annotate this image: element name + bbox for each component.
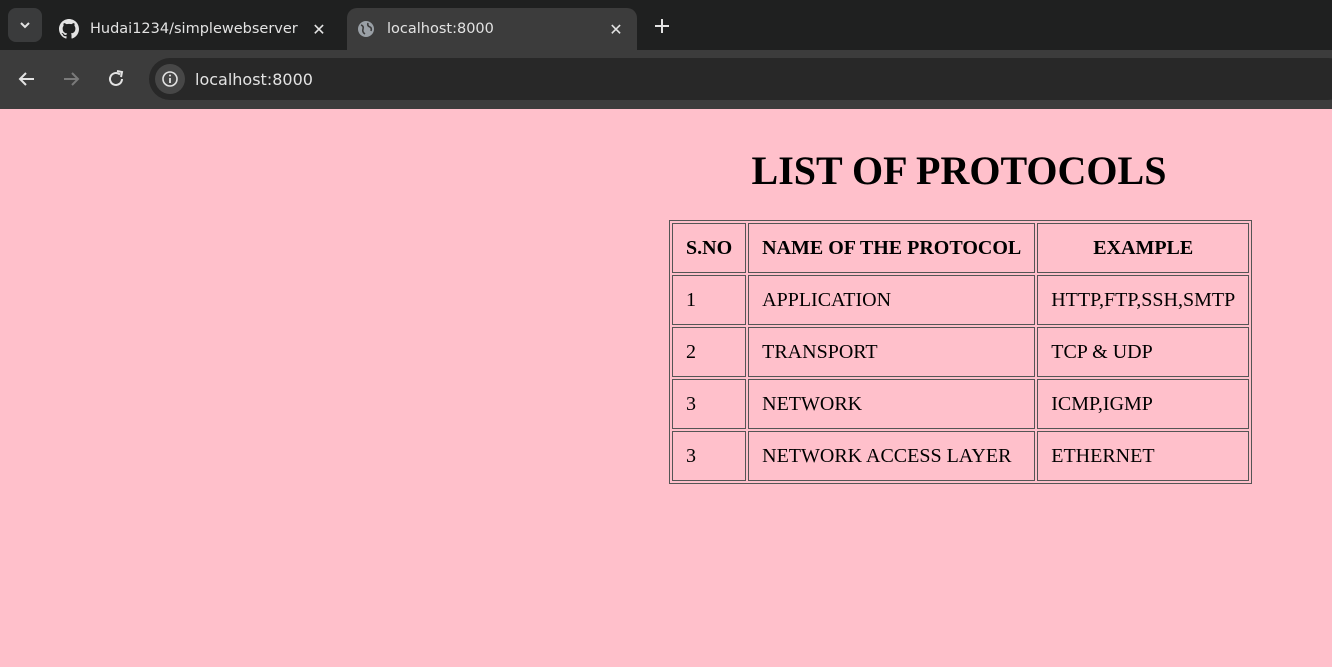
table-cell-name: TRANSPORT	[748, 327, 1036, 377]
browser-chrome: Hudai1234/simplewebserver ✕ localhost:80…	[0, 0, 1332, 109]
table-cell-example: TCP & UDP	[1037, 327, 1250, 377]
table-cell-sno: 2	[672, 327, 747, 377]
address-bar[interactable]: localhost:8000	[149, 58, 1332, 100]
tab-title: localhost:8000	[387, 21, 494, 37]
url-text[interactable]: localhost:8000	[195, 70, 313, 89]
table-cell-name: NETWORK	[748, 379, 1036, 429]
protocols-table: S.NO NAME OF THE PROTOCOL EXAMPLE 1 APPL…	[669, 220, 1253, 484]
github-icon	[59, 19, 79, 39]
tab-localhost[interactable]: localhost:8000 ✕	[347, 8, 637, 50]
column-header-name: NAME OF THE PROTOCOL	[748, 223, 1036, 273]
page-title: LIST OF PROTOCOLS	[751, 148, 1167, 193]
column-header-sno: S.NO	[672, 223, 747, 273]
table-row: 1 APPLICATION HTTP,FTP,SSH,SMTP	[672, 275, 1250, 325]
back-button[interactable]	[12, 64, 42, 94]
chevron-down-icon	[20, 22, 30, 29]
arrow-right-icon	[64, 72, 80, 86]
table-row: 2 TRANSPORT TCP & UDP	[672, 327, 1250, 377]
forward-button[interactable]	[56, 64, 86, 94]
table-cell-sno: 3	[672, 379, 747, 429]
table-cell-name: NETWORK ACCESS LAYER	[748, 431, 1036, 481]
reload-icon	[109, 70, 124, 86]
new-tab-button[interactable]	[648, 12, 676, 40]
table-cell-name: APPLICATION	[748, 275, 1036, 325]
reload-button[interactable]	[101, 64, 131, 94]
table-cell-sno: 1	[672, 275, 747, 325]
tab-search-button[interactable]	[8, 8, 42, 42]
table-cell-example: HTTP,FTP,SSH,SMTP	[1037, 275, 1250, 325]
plus-icon	[655, 19, 669, 33]
table-cell-sno: 3	[672, 431, 747, 481]
table-row: 3 NETWORK ACCESS LAYER ETHERNET	[672, 431, 1250, 481]
close-icon[interactable]: ✕	[309, 19, 329, 39]
arrow-left-icon	[18, 72, 34, 86]
table-header-row: S.NO NAME OF THE PROTOCOL EXAMPLE	[672, 223, 1250, 273]
column-header-example: EXAMPLE	[1037, 223, 1250, 273]
table-row: 3 NETWORK ICMP,IGMP	[672, 379, 1250, 429]
tab-github[interactable]: Hudai1234/simplewebserver ✕	[50, 8, 340, 50]
tab-strip: Hudai1234/simplewebserver ✕ localhost:80…	[0, 0, 1332, 50]
page-content: LIST OF PROTOCOLS S.NO NAME OF THE PROTO…	[0, 109, 1332, 667]
tab-title: Hudai1234/simplewebserver	[90, 21, 298, 37]
table-cell-example: ETHERNET	[1037, 431, 1250, 481]
globe-icon	[356, 19, 376, 39]
table-cell-example: ICMP,IGMP	[1037, 379, 1250, 429]
close-icon[interactable]: ✕	[606, 19, 626, 39]
toolbar: localhost:8000	[0, 50, 1332, 109]
info-icon[interactable]	[155, 64, 185, 94]
